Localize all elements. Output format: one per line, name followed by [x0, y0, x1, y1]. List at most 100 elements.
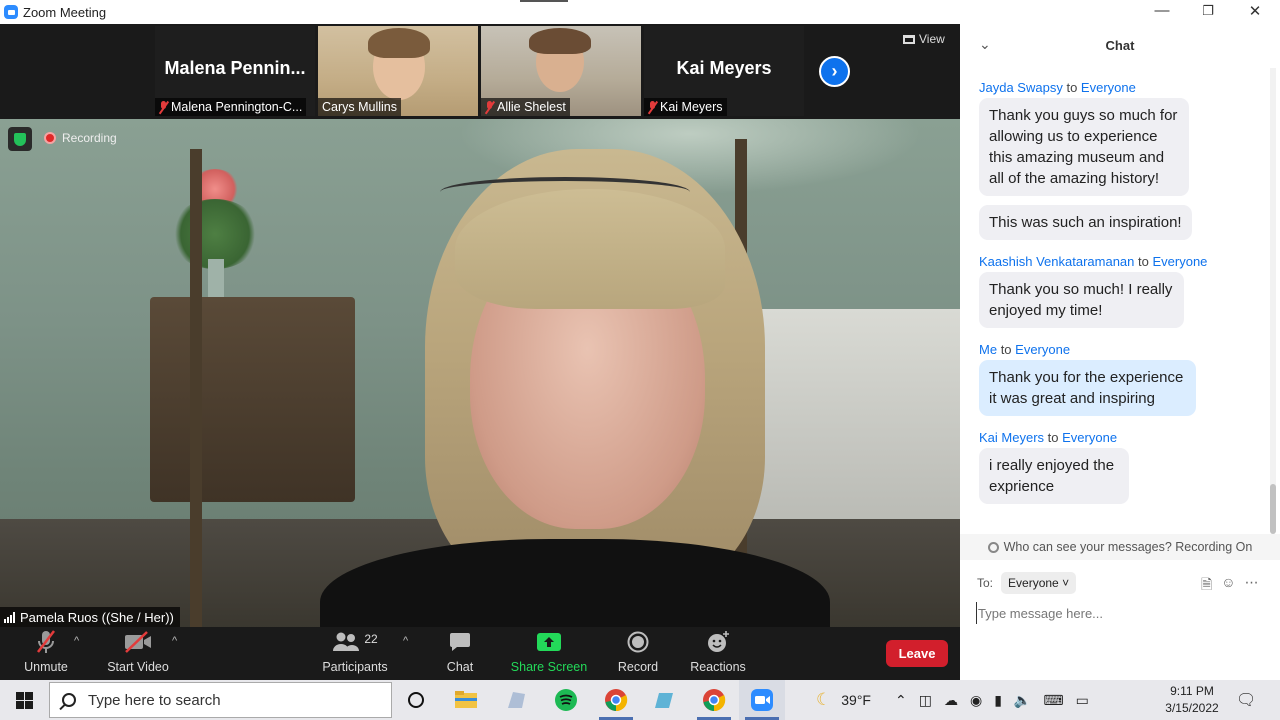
record-label: Record — [617, 660, 659, 674]
recording-label: Recording — [62, 131, 117, 145]
minimize-icon[interactable]: — — [1150, 2, 1174, 19]
chat-scrollbar[interactable] — [1270, 68, 1276, 534]
scrollbar-thumb[interactable] — [1270, 484, 1276, 534]
battery-icon[interactable]: ▮ — [994, 692, 1002, 709]
chat-button[interactable]: Chat — [440, 627, 480, 680]
record-icon — [614, 627, 662, 657]
participant-name: Kai Meyers — [660, 100, 723, 114]
message-bubble[interactable]: Thank you guys so much for allowing us t… — [979, 98, 1189, 196]
meet-now-icon[interactable]: ◫ — [919, 692, 932, 709]
chat-message: Me to Everyone Thank you for the experie… — [979, 342, 1259, 425]
video-options-caret-icon[interactable]: ^ — [172, 635, 177, 647]
video-area: Malena Pennin... Malena Pennington-C... … — [0, 24, 960, 627]
participant-video-hair — [529, 28, 591, 54]
to-label: To: — [977, 576, 994, 590]
message-header: Kai Meyers to Everyone — [979, 430, 1118, 445]
encryption-shield-icon[interactable] — [8, 127, 32, 151]
pen-app-icon[interactable] — [641, 680, 687, 720]
participant-display-name: Malena Pennin... — [164, 58, 306, 78]
chevron-right-icon: › — [831, 61, 838, 81]
participant-tile-malena[interactable]: Malena Pennin... Malena Pennington-C... — [155, 26, 315, 116]
participant-tile-allie[interactable]: Allie Shelest — [481, 26, 641, 116]
record-button[interactable]: Record — [614, 627, 662, 680]
drag-handle[interactable] — [520, 0, 568, 2]
restore-icon[interactable]: ❐ — [1196, 3, 1220, 19]
participants-options-caret-icon[interactable]: ^ — [403, 635, 408, 647]
message-sender[interactable]: Jayda Swapsy — [979, 80, 1063, 95]
message-bubble[interactable]: Thank you for the experience it was grea… — [979, 360, 1196, 416]
start-button[interactable] — [0, 680, 48, 720]
video-background-flowers — [170, 159, 260, 299]
unmute-button[interactable]: Unmute — [20, 627, 72, 680]
file-explorer-icon[interactable] — [443, 680, 489, 720]
record-dot-icon — [44, 132, 56, 144]
spotify-icon[interactable] — [543, 680, 589, 720]
weather-temperature: 39°F — [841, 692, 871, 708]
close-icon[interactable]: ✕ — [1243, 2, 1267, 20]
participant-tile-kai[interactable]: Kai Meyers Kai Meyers — [644, 26, 804, 116]
message-header: Kaashish Venkataramanan to Everyone — [979, 254, 1208, 269]
chat-messages: Jayda Swapsy to Everyone Thank you guys … — [979, 80, 1259, 518]
message-sender[interactable]: Kai Meyers — [979, 430, 1044, 445]
share-screen-label: Share Screen — [510, 660, 588, 674]
system-tray: ⌃ ◫ ☁ ◉ ▮ 🔈 ⌨ ▭ — [895, 680, 1089, 720]
windows-taskbar: Type here to search ☾ 39°F ⌃ ◫ ☁ ◉ ▮ 🔈 ⌨… — [0, 680, 1280, 720]
emoji-icon[interactable]: ☺ — [1221, 574, 1235, 598]
participants-button[interactable]: 22 Participants — [318, 627, 392, 680]
taskbar-search[interactable]: Type here to search — [49, 682, 392, 718]
taskbar-clock[interactable]: 9:11 PM 3/15/2022 — [1160, 683, 1224, 717]
title-bar: Zoom Meeting — [0, 0, 960, 24]
message-recipient[interactable]: Everyone — [1015, 342, 1070, 357]
message-recipient[interactable]: Everyone — [1081, 80, 1136, 95]
file-icon[interactable]: 🗎 — [1201, 574, 1212, 598]
participant-name-bar: Carys Mullins — [318, 98, 402, 116]
participant-tile-carys[interactable]: Carys Mullins — [318, 26, 478, 116]
task-view-icon[interactable] — [393, 680, 439, 720]
search-icon — [62, 693, 76, 707]
clock-time: 9:11 PM — [1170, 684, 1214, 698]
microphone-icon[interactable]: ◉ — [970, 692, 982, 709]
message-bubble[interactable]: i really enjoyed the exprience — [979, 448, 1129, 504]
share-screen-button[interactable]: Share Screen — [510, 627, 588, 680]
weather-widget[interactable]: ☾ 39°F — [816, 680, 871, 720]
message-bubble[interactable]: This was such an inspiration! — [979, 205, 1192, 240]
message-recipient[interactable]: Everyone — [1062, 430, 1117, 445]
notifications-icon[interactable]: 🗨 — [1236, 680, 1256, 720]
chat-panel: ⌄ Chat Jayda Swapsy to Everyone Thank yo… — [960, 24, 1280, 680]
message-sender[interactable]: Kaashish Venkataramanan — [979, 254, 1134, 269]
more-options-icon[interactable]: ⋯ — [1245, 574, 1259, 598]
leave-button[interactable]: Leave — [886, 640, 948, 667]
audio-options-caret-icon[interactable]: ^ — [74, 635, 79, 647]
photos-app-icon[interactable] — [493, 680, 539, 720]
recording-indicator[interactable]: Recording — [44, 131, 117, 145]
display-icon[interactable]: ▭ — [1076, 692, 1089, 709]
zoom-logo-icon — [4, 5, 18, 19]
zoom-taskbar-icon[interactable] — [739, 680, 785, 720]
reactions-label: Reactions — [690, 660, 746, 674]
participant-name-bar: Malena Pennington-C... — [155, 98, 307, 116]
view-button[interactable]: View — [903, 32, 945, 46]
recipient-select[interactable]: Everyone ˅ — [1001, 572, 1077, 594]
chrome-icon[interactable] — [593, 680, 639, 720]
message-sender[interactable]: Me — [979, 342, 997, 357]
video-background-dresser — [150, 297, 355, 502]
chrome-profile-icon[interactable] — [691, 680, 737, 720]
chat-input-tools: 🗎 ☺ ⋯ — [1201, 574, 1259, 598]
share-screen-icon — [510, 627, 588, 657]
message-recipient[interactable]: Everyone — [1152, 254, 1207, 269]
volume-icon[interactable]: 🔈 — [1014, 692, 1031, 709]
message-privacy-notice[interactable]: Who can see your messages? Recording On — [960, 534, 1280, 560]
next-page-button[interactable]: › — [819, 56, 850, 87]
reactions-button[interactable]: Reactions — [688, 627, 748, 680]
chat-label: Chat — [446, 660, 474, 674]
chevron-up-icon[interactable]: ⌃ — [895, 692, 907, 709]
chat-message-input[interactable] — [976, 602, 1266, 624]
onedrive-cloud-icon[interactable]: ☁ — [944, 692, 958, 709]
window-controls: — ❐ ✕ — [960, 0, 1280, 24]
message-bubble[interactable]: Thank you so much! I really enjoyed my t… — [979, 272, 1184, 328]
keyboard-icon[interactable]: ⌨ — [1043, 692, 1063, 709]
zoom-window: Zoom Meeting — ❐ ✕ Malena Pennin... Male… — [0, 0, 1280, 720]
start-video-button[interactable]: Start Video — [104, 627, 172, 680]
clock-date: 3/15/2022 — [1165, 701, 1219, 715]
participant-name: Carys Mullins — [322, 100, 398, 114]
